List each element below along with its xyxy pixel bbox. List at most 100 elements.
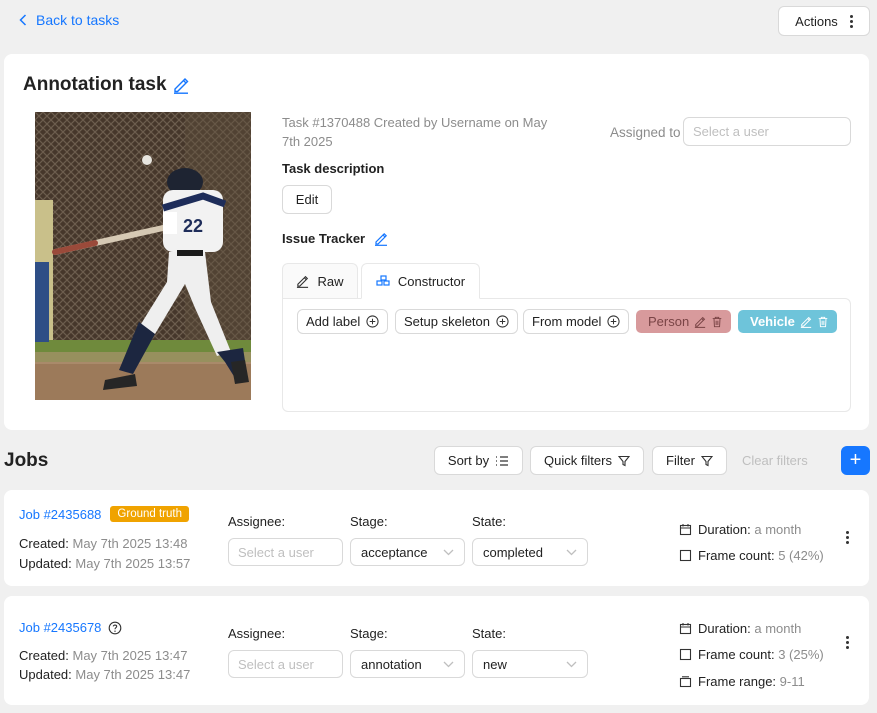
back-to-tasks-label: Back to tasks xyxy=(36,12,120,28)
frame-range-label: Frame range: xyxy=(698,674,777,689)
from-model-text: From model xyxy=(532,314,602,329)
task-title-row: Annotation task xyxy=(23,74,190,96)
job-card: Job #2435678 Created: May 7th 2025 13:47… xyxy=(4,596,869,705)
stage-value: annotation xyxy=(361,656,422,672)
edit-description-button[interactable]: Edit xyxy=(282,185,332,214)
assignee-input[interactable]: Select a user xyxy=(228,650,343,678)
sort-list-icon xyxy=(495,455,509,467)
chevron-down-icon xyxy=(443,661,454,668)
add-label-button[interactable]: Add label xyxy=(297,309,389,334)
frame-icon xyxy=(679,549,692,562)
calendar-icon xyxy=(679,622,692,635)
updated-label: Updated: xyxy=(19,556,72,571)
duration-value: a month xyxy=(754,621,802,636)
issue-tracker-row: Issue Tracker xyxy=(282,231,388,246)
job-frame-count: Frame count: 5 (42%) xyxy=(679,548,824,563)
calendar-icon xyxy=(679,523,692,536)
created-value: May 7th 2025 13:47 xyxy=(72,648,188,663)
constructor-panel: Add label Setup skeleton From model Pers… xyxy=(282,298,851,412)
filter-icon xyxy=(617,455,630,467)
state-label: State: xyxy=(472,626,506,641)
job-link[interactable]: Job #2435678 xyxy=(19,620,101,635)
question-circle-icon[interactable] xyxy=(108,621,122,635)
duration-value: a month xyxy=(754,522,802,537)
frame-count-value: 5 (42%) xyxy=(778,548,824,563)
task-title: Annotation task xyxy=(23,74,167,95)
frame-count-value: 3 (25%) xyxy=(778,647,824,662)
assignee-input[interactable]: Select a user xyxy=(228,538,343,566)
job-card: Job #2435688 Ground truth Created: May 7… xyxy=(4,490,869,586)
job-link[interactable]: Job #2435688 xyxy=(19,507,101,522)
frame-icon xyxy=(679,648,692,661)
label-vehicle-name: Vehicle xyxy=(750,314,795,329)
job-header: Job #2435688 Ground truth xyxy=(19,506,189,522)
clear-filters-button[interactable]: Clear filters xyxy=(742,453,808,468)
filter-button[interactable]: Filter xyxy=(652,446,727,475)
issue-tracker-label: Issue Tracker xyxy=(282,231,366,246)
jersey-number: 22 xyxy=(183,216,203,236)
assigned-to-input[interactable]: Select a user xyxy=(683,117,851,146)
label-chip-vehicle[interactable]: Vehicle xyxy=(738,310,837,333)
job-menu-icon[interactable] xyxy=(839,634,855,650)
stage-label: Stage: xyxy=(350,514,388,529)
plus-circle-icon xyxy=(496,315,509,328)
filter-label: Filter xyxy=(666,453,695,468)
tab-constructor-label: Constructor xyxy=(397,273,466,289)
tab-raw-label: Raw xyxy=(317,273,344,289)
assignee-label: Assignee: xyxy=(228,514,286,529)
label-editor: Raw Constructor Add label Setup skeleton… xyxy=(282,263,851,412)
label-person-name: Person xyxy=(648,314,690,329)
task-details-card: Annotation task 22 Task #1370488 Created… xyxy=(4,54,869,430)
task-meta: Task #1370488 Created by Username on May… xyxy=(282,115,548,149)
created-label: Created: xyxy=(19,648,69,663)
chevron-left-icon xyxy=(19,14,27,26)
from-model-button[interactable]: From model xyxy=(523,309,630,334)
actions-button[interactable]: Actions xyxy=(778,6,870,36)
state-label: State: xyxy=(472,514,506,529)
edit-issue-tracker-icon[interactable] xyxy=(374,232,388,246)
delete-label-icon[interactable] xyxy=(711,316,723,328)
setup-skeleton-text: Setup skeleton xyxy=(404,314,491,329)
state-select[interactable]: completed xyxy=(472,538,588,566)
assignee-label: Assignee: xyxy=(228,626,286,641)
edit-title-icon[interactable] xyxy=(172,76,190,94)
created-label: Created: xyxy=(19,536,69,551)
updated-value: May 7th 2025 13:57 xyxy=(75,556,191,571)
frame-range-icon xyxy=(679,675,692,688)
frame-range-value: 9-11 xyxy=(779,674,805,689)
edit-label-icon[interactable] xyxy=(694,316,706,328)
updated-value: May 7th 2025 13:47 xyxy=(75,667,191,682)
task-description-label: Task description xyxy=(282,161,385,176)
actions-label: Actions xyxy=(795,13,838,29)
chevron-down-icon xyxy=(443,549,454,556)
edit-label-icon[interactable] xyxy=(800,316,812,328)
sort-by-button[interactable]: Sort by xyxy=(434,446,523,475)
state-value: completed xyxy=(483,544,543,560)
job-header: Job #2435678 xyxy=(19,620,122,635)
delete-label-icon[interactable] xyxy=(817,316,829,328)
back-to-tasks-link[interactable]: Back to tasks xyxy=(19,12,119,28)
created-value: May 7th 2025 13:48 xyxy=(72,536,188,551)
stage-label: Stage: xyxy=(350,626,388,641)
tab-raw[interactable]: Raw xyxy=(282,263,358,298)
task-preview-image: 22 xyxy=(35,112,251,400)
tab-constructor[interactable]: Constructor xyxy=(361,263,480,299)
label-chip-person[interactable]: Person xyxy=(636,310,732,333)
add-job-button[interactable]: + xyxy=(841,446,870,475)
duration-label: Duration: xyxy=(698,621,751,636)
plus-circle-icon xyxy=(607,315,620,328)
add-label-text: Add label xyxy=(306,314,361,329)
job-frame-count: Frame count: 3 (25%) xyxy=(679,647,824,662)
job-created: Created: May 7th 2025 13:47 xyxy=(19,648,187,663)
plus-circle-icon xyxy=(366,315,379,328)
constructor-icon xyxy=(376,275,390,287)
job-menu-icon[interactable] xyxy=(839,529,855,545)
setup-skeleton-button[interactable]: Setup skeleton xyxy=(395,309,519,334)
stage-select[interactable]: acceptance xyxy=(350,538,465,566)
frame-count-label: Frame count: xyxy=(698,548,775,563)
job-frame-range: Frame range: 9-11 xyxy=(679,674,805,689)
quick-filters-button[interactable]: Quick filters xyxy=(530,446,644,475)
filter-icon xyxy=(700,455,713,467)
stage-select[interactable]: annotation xyxy=(350,650,465,678)
state-select[interactable]: new xyxy=(472,650,588,678)
